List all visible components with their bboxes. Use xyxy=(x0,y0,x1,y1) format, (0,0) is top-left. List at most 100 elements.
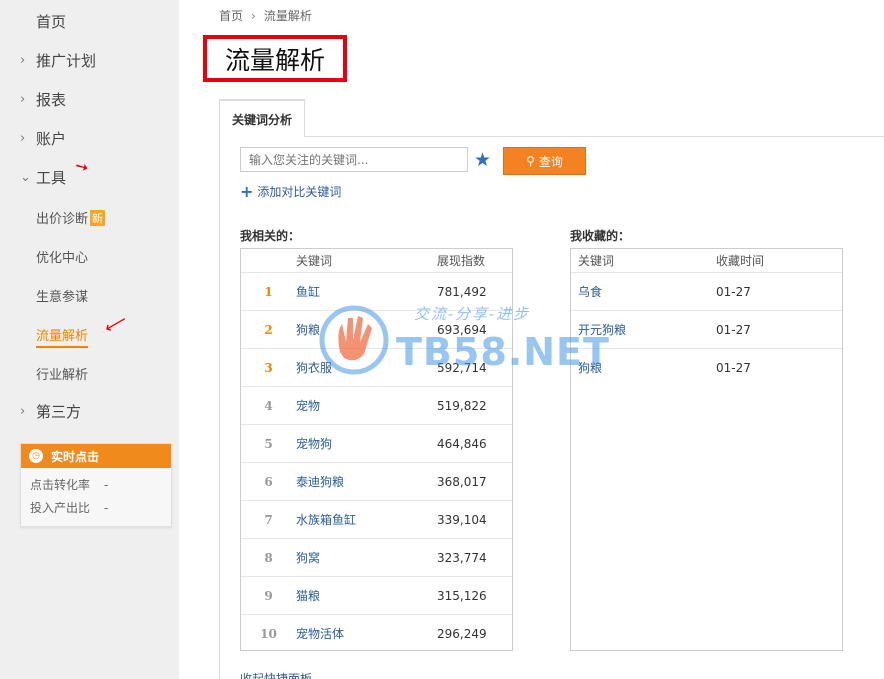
realtime-card: ◷ 实时点击 点击转化率 - 投入产出比 - xyxy=(20,443,172,527)
realtime-value: - xyxy=(104,477,109,492)
new-badge: 新 xyxy=(90,210,106,226)
clock-icon: ◷ xyxy=(29,449,43,463)
tool-business-advisor[interactable]: 生意参谋 xyxy=(36,286,88,305)
col-index: 展现指数 xyxy=(437,254,486,268)
tab-bar xyxy=(219,136,884,137)
chevron-down-icon: ⌄ xyxy=(20,170,31,185)
tool-bid-diagnosis-label: 出价诊断 xyxy=(36,212,89,227)
rank-number: 3 xyxy=(264,360,273,375)
table-row: 5 宠物狗 464,846 xyxy=(241,424,512,462)
keyword-link[interactable]: 泰迪狗粮 xyxy=(296,473,437,490)
nav-home[interactable]: 首页 xyxy=(36,11,66,32)
impression-index: 315,126 xyxy=(437,588,487,603)
table-row: 6 泰迪狗粮 368,017 xyxy=(241,462,512,500)
nav-report-label: 报表 xyxy=(36,91,67,109)
plus-icon: + xyxy=(240,182,254,201)
tool-business-advisor-label: 生意参谋 xyxy=(36,290,89,305)
nav-plan-label: 推广计划 xyxy=(36,52,97,70)
query-button-label: 查询 xyxy=(538,154,563,169)
keyword-link[interactable]: 鱼缸 xyxy=(296,283,437,300)
table-row: 4 宠物 519,822 xyxy=(241,386,512,424)
watermark-slogan: 交流-分享-进步 xyxy=(414,305,531,323)
tool-traffic-analysis-label: 流量解析 xyxy=(36,329,89,344)
realtime-row: 点击转化率 - xyxy=(21,473,171,496)
table-row: 8 狗窝 323,774 xyxy=(241,538,512,576)
tool-industry-analysis[interactable]: 行业解析 xyxy=(36,364,88,383)
sidebar: 首页 › 推广计划 › 报表 › 账户 ⌄ 工具 ➘ 出价诊断新 优化中心 生意参谋 流… xyxy=(0,0,179,679)
related-section-title: 我相关的： xyxy=(240,229,301,243)
tab-keyword-analysis[interactable]: 关键词分析 xyxy=(219,99,305,137)
rank-number: 5 xyxy=(264,436,273,451)
table-row: 开元狗粮 01-27 xyxy=(571,310,842,348)
collapse-panel-link[interactable]: 收起快捷面板 xyxy=(240,670,312,679)
impression-index: 464,846 xyxy=(437,436,487,451)
chevron-right-icon: › xyxy=(251,9,256,23)
impression-index: 296,249 xyxy=(437,626,487,641)
nav-report[interactable]: › 报表 xyxy=(20,89,66,110)
nav-plan[interactable]: › 推广计划 xyxy=(20,50,96,71)
favorites-section-title: 我收藏的： xyxy=(570,229,631,243)
realtime-header[interactable]: ◷ 实时点击 xyxy=(21,444,171,468)
keyword-link[interactable]: 猫粮 xyxy=(296,587,437,604)
breadcrumb: 首页 › 流量解析 xyxy=(219,7,312,24)
watermark-text: TB58.NET xyxy=(396,330,610,374)
nav-third-party[interactable]: › 第三方 xyxy=(20,401,81,422)
query-button[interactable]: ⚲ 查询 xyxy=(503,147,586,175)
impression-index: 323,774 xyxy=(437,550,487,565)
chevron-right-icon: › xyxy=(20,92,26,107)
favorite-time: 01-27 xyxy=(716,284,751,299)
nav-account[interactable]: › 账户 xyxy=(20,128,66,149)
realtime-value: - xyxy=(104,500,109,515)
add-compare-label: 添加对比关键词 xyxy=(257,185,342,199)
breadcrumb-current: 流量解析 xyxy=(263,9,312,23)
add-compare-keyword-link[interactable]: + 添加对比关键词 xyxy=(240,182,341,201)
table-row: 狗粮 01-27 xyxy=(571,348,842,386)
rank-number: 4 xyxy=(264,398,273,413)
impression-index: 519,822 xyxy=(437,398,487,413)
keyword-link[interactable]: 水族箱鱼缸 xyxy=(296,511,437,528)
chevron-right-icon: › xyxy=(20,53,26,68)
keyword-link[interactable]: 乌食 xyxy=(571,283,716,300)
keyword-link[interactable]: 宠物狗 xyxy=(296,435,437,452)
keyword-link[interactable]: 狗窝 xyxy=(296,549,437,566)
table-row: 7 水族箱鱼缸 339,104 xyxy=(241,500,512,538)
red-arrow-icon: ⟵ xyxy=(100,309,131,338)
rank-number: 10 xyxy=(260,626,277,641)
rank-number: 8 xyxy=(264,550,273,565)
rank-number: 1 xyxy=(264,284,273,299)
realtime-title: 实时点击 xyxy=(51,449,100,464)
realtime-row: 投入产出比 - xyxy=(21,496,171,519)
tool-bid-diagnosis[interactable]: 出价诊断新 xyxy=(36,208,106,227)
chevron-right-icon: › xyxy=(20,404,26,419)
col-time: 收藏时间 xyxy=(716,254,765,268)
keyword-link[interactable]: 宠物活体 xyxy=(296,625,437,642)
chevron-right-icon: › xyxy=(20,131,26,146)
tool-optimize-center[interactable]: 优化中心 xyxy=(36,247,88,266)
favorite-time: 01-27 xyxy=(716,360,751,375)
col-keyword: 关键词 xyxy=(296,254,333,268)
impression-index: 368,017 xyxy=(437,474,487,489)
realtime-label: 点击转化率 xyxy=(30,478,91,492)
table-header: 关键词 收藏时间 xyxy=(571,249,842,272)
table-header: 关键词 展现指数 xyxy=(241,249,512,272)
keyword-search-input[interactable] xyxy=(240,147,468,172)
rank-number: 6 xyxy=(264,474,273,489)
star-icon[interactable]: ★ xyxy=(474,149,491,171)
tool-industry-analysis-label: 行业解析 xyxy=(36,368,89,383)
favorite-keywords-table: 关键词 收藏时间 乌食 01-27 开元狗粮 01-27 狗粮 01-27 xyxy=(570,248,843,651)
nav-home-label: 首页 xyxy=(36,13,67,31)
breadcrumb-home[interactable]: 首页 xyxy=(219,9,243,23)
nav-tools-label: 工具 xyxy=(36,169,67,187)
table-row: 10 宠物活体 296,249 xyxy=(241,614,512,652)
page-title: 流量解析 xyxy=(203,35,347,82)
nav-third-party-label: 第三方 xyxy=(36,403,82,421)
impression-index: 339,104 xyxy=(437,512,487,527)
realtime-label: 投入产出比 xyxy=(30,501,91,515)
red-arrow-icon: ➘ xyxy=(71,154,93,179)
nav-tools[interactable]: ⌄ 工具 xyxy=(20,167,66,188)
rank-number: 9 xyxy=(264,588,273,603)
rank-number: 7 xyxy=(264,512,273,527)
search-icon: ⚲ xyxy=(526,154,535,168)
keyword-link[interactable]: 宠物 xyxy=(296,397,437,414)
tool-traffic-analysis[interactable]: 流量解析 xyxy=(36,325,89,348)
